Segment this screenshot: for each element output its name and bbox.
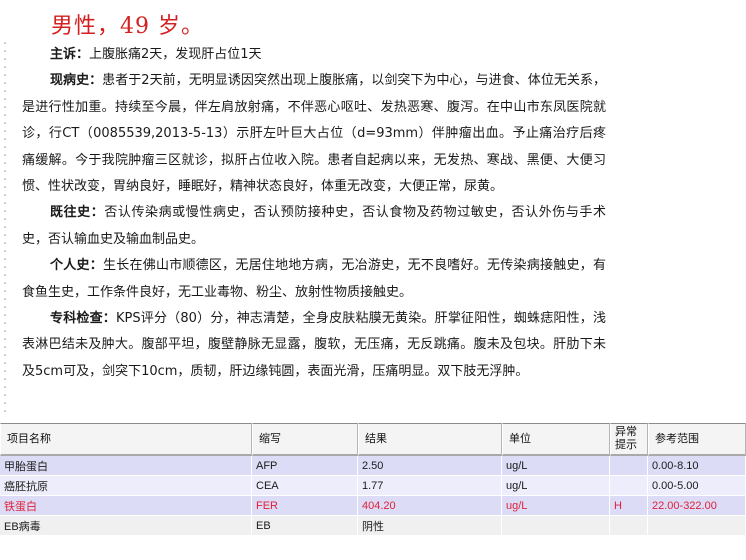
cell-flag[interactable] <box>610 456 648 476</box>
cell-ref[interactable] <box>648 516 746 536</box>
cell-result[interactable]: 2.50 <box>358 456 502 476</box>
cell-abbr[interactable]: AFP <box>252 456 358 476</box>
cell-result[interactable]: 404.20 <box>358 496 502 516</box>
record-text: 患者于2天前，无明显诱因突然出现上腹胀痛，以剑突下为中心，与进食、体位无关系，是… <box>22 73 606 195</box>
record-text: 否认传染病或慢性病史，否认预防接种史，否认食物及药物过敏史，否认外伤与手术史，否… <box>22 205 606 247</box>
cell-name[interactable]: 甲胎蛋白 <box>0 456 252 476</box>
col-header-abbr[interactable]: 缩写 <box>252 423 358 456</box>
table-header-row: 项目名称 缩写 结果 单位 异常 提示 参考范围 <box>0 423 746 456</box>
record-label: 个人史： <box>50 258 103 274</box>
record-paragraph: 既往史：否认传染病或慢性病史，否认预防接种史，否认食物及药物过敏史，否认外伤与手… <box>22 200 606 253</box>
cell-unit[interactable]: ug/L <box>502 476 610 496</box>
cell-result[interactable]: 1.77 <box>358 476 502 496</box>
record-paragraph: 专科检查：KPS评分（80）分，神志清楚，全身皮肤粘膜无黄染。肝掌征阳性，蜘蛛痣… <box>22 306 606 385</box>
col-header-flag[interactable]: 异常 提示 <box>610 423 648 456</box>
record-paragraph: 主诉：上腹胀痛2天，发现肝占位1天 <box>22 42 606 68</box>
cell-ref[interactable]: 0.00-5.00 <box>648 476 746 496</box>
record-paragraph: 现病史：患者于2天前，无明显诱因突然出现上腹胀痛，以剑突下为中心，与进食、体位无… <box>22 68 606 200</box>
cell-flag[interactable] <box>610 476 648 496</box>
cell-name[interactable]: 铁蛋白 <box>0 496 252 516</box>
cell-ref[interactable]: 0.00-8.10 <box>648 456 746 476</box>
cell-flag[interactable] <box>610 516 648 536</box>
col-header-name[interactable]: 项目名称 <box>0 423 252 456</box>
cell-abbr[interactable]: FER <box>252 496 358 516</box>
cell-abbr[interactable]: CEA <box>252 476 358 496</box>
lab-results-table: 项目名称 缩写 结果 单位 异常 提示 参考范围 甲胎蛋白 AFP 2.50 ug/L… <box>0 423 746 560</box>
record-text: 上腹胀痛2天，发现肝占位1天 <box>89 47 262 62</box>
medical-record: 主诉：上腹胀痛2天，发现肝占位1天 现病史：患者于2天前，无明显诱因突然出现上腹胀… <box>22 42 606 385</box>
cell-unit[interactable] <box>502 516 610 536</box>
cell-unit[interactable]: ug/L <box>502 496 610 516</box>
cell-result[interactable]: 阴性 <box>358 516 502 536</box>
record-label: 专科检查： <box>50 311 116 327</box>
col-header-unit[interactable]: 单位 <box>502 423 610 456</box>
record-label: 既往史： <box>50 205 105 221</box>
record-paragraph: 个人史：生长在佛山市顺德区，无居住地地方病，无冶游史，无不良嗜好。无传染病接触史… <box>22 253 606 306</box>
cell-name[interactable]: 癌胚抗原 <box>0 476 252 496</box>
margin-divider <box>4 42 6 412</box>
record-label: 主诉： <box>50 47 90 62</box>
cell-abbr[interactable]: EB <box>252 516 358 536</box>
record-label: 现病史： <box>50 73 103 89</box>
table-row[interactable]: 癌胚抗原 CEA 1.77 ug/L 0.00-5.00 <box>0 476 746 496</box>
table-row[interactable]: 甲胎蛋白 AFP 2.50 ug/L 0.00-8.10 <box>0 456 746 476</box>
col-header-result[interactable]: 结果 <box>358 423 502 456</box>
cell-ref[interactable]: 22.00-322.00 <box>648 496 746 516</box>
record-text: 生长在佛山市顺德区，无居住地地方病，无冶游史，无不良嗜好。无传染病接触史，有食鱼… <box>22 258 606 300</box>
patient-header: 男性，49 岁。 <box>51 14 204 39</box>
table-row[interactable]: EB病毒 EB 阴性 <box>0 516 746 536</box>
cell-unit[interactable]: ug/L <box>502 456 610 476</box>
col-header-ref[interactable]: 参考范围 <box>648 423 746 456</box>
cell-name[interactable]: EB病毒 <box>0 516 252 536</box>
table-row[interactable]: 铁蛋白 FER 404.20 ug/L H 22.00-322.00 <box>0 496 746 516</box>
cell-flag[interactable]: H <box>610 496 648 516</box>
